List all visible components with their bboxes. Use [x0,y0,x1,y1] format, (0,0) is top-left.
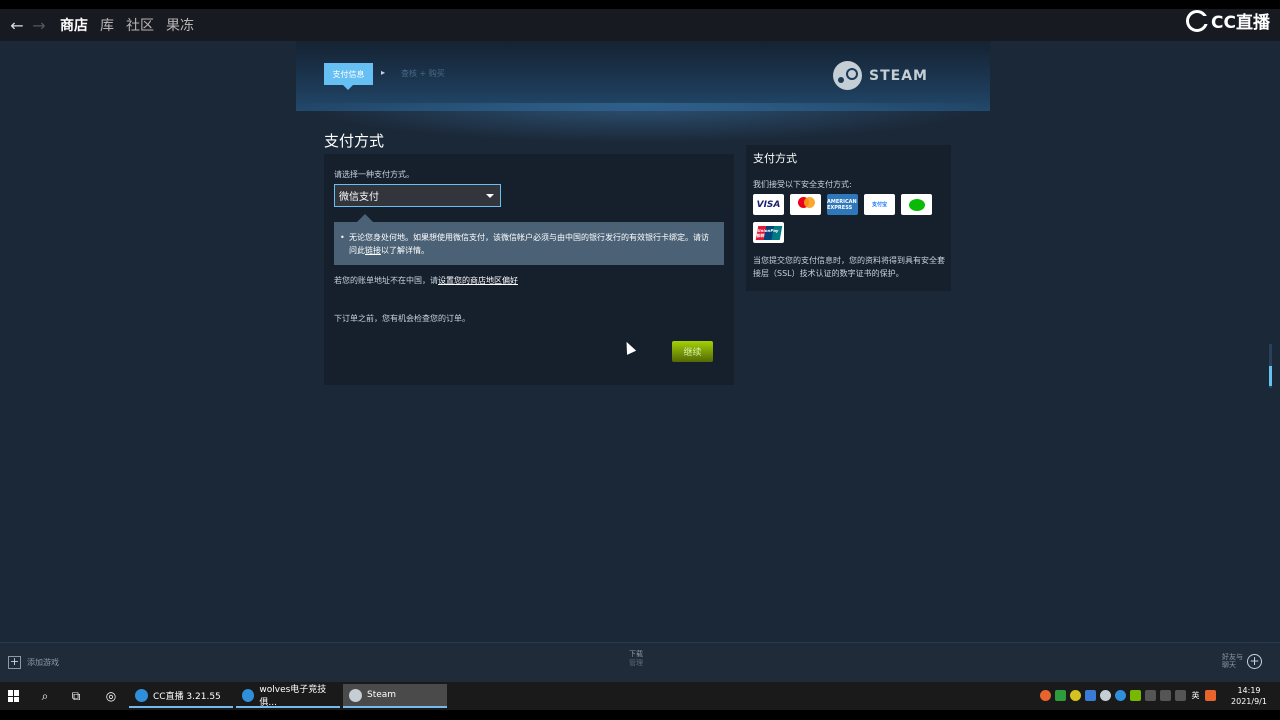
steam-icon [833,61,862,90]
add-game-label: 添加游戏 [27,658,59,667]
page-title: 支付方式 [324,132,385,150]
nav-community[interactable]: 社区 [126,15,154,35]
clock-time: 14:19 [1237,686,1261,695]
notice-bullet: • [340,233,345,242]
continue-button[interactable]: 继续 [672,341,713,362]
tray-app-icon[interactable] [1145,690,1156,701]
review-note: 下订单之前，您有机会检查您的订单。 [334,314,470,323]
step-arrow-icon: ▸ [381,68,386,77]
mastercard-icon [790,194,821,215]
tray-app-icon[interactable] [1040,690,1051,701]
steam-nav-bar: ← → 商店 库 社区 果冻 [0,9,1280,41]
clock-date: 2021/9/1 [1231,697,1267,706]
tray-app-icon[interactable] [1055,690,1066,701]
network-icon[interactable] [1160,690,1171,701]
plus-icon: + [8,655,21,669]
friends-label: 好友与 [1222,653,1243,661]
nav-library[interactable]: 库 [100,15,114,35]
taskbar-app-steam-label: Steam [367,690,397,700]
tray-nvidia-icon[interactable] [1130,690,1141,701]
selected-method-value: 微信支付 [339,192,379,203]
steam-bottom-bar: + 添加游戏 下载 管理 好友与 聊天 + [0,642,1280,682]
nav-profile[interactable]: 果冻 [166,15,194,35]
notice-pointer [357,214,373,222]
payment-method-select[interactable]: 微信支付 [334,184,501,207]
taskbar-app-cc-label: CC直播 3.21.55 [153,691,221,702]
taskbar-app-browser[interactable]: wolves电子竞技俱... [236,684,340,708]
steam-wordmark: STEAM [869,67,928,84]
bottom-strip [0,710,1280,720]
back-arrow-icon[interactable]: ← [6,16,28,35]
store-region-link[interactable]: 设置您的商店地区偏好 [438,276,518,285]
cc-logo-icon [1186,9,1210,32]
amex-icon: AMERICAN EXPRESS [827,194,858,215]
tray-app-icon[interactable] [1205,690,1216,701]
scrollbar[interactable] [1269,344,1272,388]
billing-note: 若您的账单地址不在中国，请设置您的商店地区偏好 [334,275,518,286]
volume-icon[interactable] [1175,690,1186,701]
taskbar-app-cc[interactable]: CC直播 3.21.55 [129,684,233,708]
nav-store[interactable]: 商店 [60,15,88,35]
billing-note-text: 若您的账单地址不在中国，请 [334,276,438,285]
tray-app-icon[interactable] [1070,690,1081,701]
wechat-notice: • 无论您身处何地。如果想使用微信支付，该微信帐户必须与由中国的银行发行的有效银… [334,222,724,265]
friends-plus-icon: + [1247,653,1262,669]
input-language-indicator[interactable]: 英 [1190,690,1201,701]
taskbar-app-browser-label: wolves电子竞技俱... [259,685,327,708]
search-icon[interactable]: ⌕ [37,688,53,704]
ssl-note: 当您提交您的支付信息时，您的资料将得到具有安全套接层（SSL）技术认证的数字证书… [753,256,945,278]
step-payment-info: 支付信息 [324,63,373,90]
browser-icon[interactable]: ◎ [103,688,119,704]
notice-text-end: 以了解详情。 [381,246,429,255]
downloads-sub-label: 管理 [629,659,643,667]
step-review-purchase: 查核 + 购买 [401,69,445,78]
windows-taskbar: ⌕ ⧉ ◎ CC直播 3.21.55 wolves电子竞技俱... Steam … [0,682,1280,710]
visa-icon: VISA [753,194,784,215]
downloads-label: 下载 [629,650,643,658]
tray-shield-icon[interactable] [1085,690,1096,701]
windows-start-icon[interactable] [8,690,20,702]
browser-app-icon [242,688,255,702]
friends-chat-button[interactable]: 好友与 聊天 + [1222,653,1262,669]
downloads-button[interactable]: 下载 管理 [629,650,643,668]
cc-app-icon [135,688,148,702]
unionpay-icon: UnionPay 银联 [753,222,784,243]
chat-label: 聊天 [1222,661,1236,669]
notice-link[interactable]: 链接 [365,246,381,255]
cc-watermark: CC直播 [1186,8,1270,33]
steam-app-icon [349,688,362,702]
task-view-icon[interactable]: ⧉ [68,688,84,704]
tray-steam-icon[interactable] [1100,690,1111,701]
alipay-icon: 支付宝 [864,194,895,215]
accept-label: 我们接受以下安全支付方式: [753,180,852,189]
payment-card-list: VISA AMERICAN EXPRESS 支付宝 UnionPay 银联 [753,194,943,243]
taskbar-clock[interactable]: 14:19 2021/9/1 [1224,685,1274,707]
top-strip [0,0,1280,9]
steam-logo: STEAM [833,61,928,90]
watermark-text: CC直播 [1211,13,1270,33]
payment-method-panel: 请选择一种支付方式。 微信支付 • 无论您身处何地。如果想使用微信支付，该微信帐… [324,154,734,385]
taskbar-app-steam[interactable]: Steam [343,684,447,708]
forward-arrow-icon[interactable]: → [28,16,50,35]
add-game-button[interactable]: + 添加游戏 [8,656,59,669]
wechat-pay-icon [901,194,932,215]
banner-glow [296,103,990,143]
accepted-methods-panel: 支付方式 我们接受以下安全支付方式: VISA AMERICAN EXPRESS… [746,145,951,291]
system-tray: 英 [1040,690,1216,701]
choose-method-label: 请选择一种支付方式。 [334,170,414,179]
tray-app-icon[interactable] [1115,690,1126,701]
checkout-page: 支付信息 ▸ 查核 + 购买 STEAM 支付方式 请选择一种支付方式。 微信支… [0,41,1280,642]
side-title: 支付方式 [753,152,797,165]
dropdown-caret-icon [486,194,494,198]
